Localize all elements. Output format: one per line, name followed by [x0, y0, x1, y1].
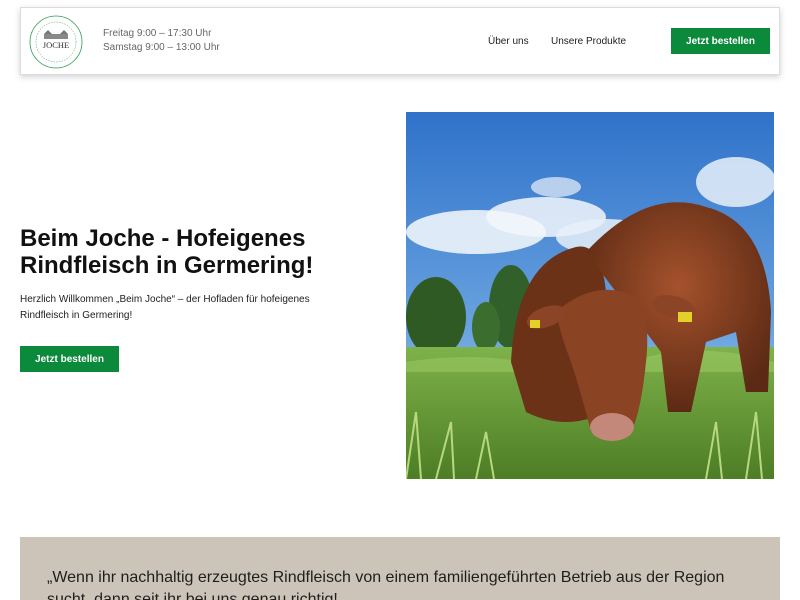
quote-section: „Wenn ihr nachhaltig erzeugtes Rindfleis…: [20, 537, 780, 600]
hours-saturday: Samstag 9:00 – 13:00 Uhr: [103, 42, 220, 53]
nav-about-link[interactable]: Über uns: [488, 36, 529, 47]
header-order-button[interactable]: Jetzt bestellen: [671, 28, 770, 54]
logo-name: JOCHE: [43, 40, 69, 50]
hours-friday: Freitag 9:00 – 17:30 Uhr: [103, 28, 212, 39]
quote-text: „Wenn ihr nachhaltig erzeugtes Rindfleis…: [47, 569, 725, 600]
hero-image: [406, 112, 774, 479]
opening-hours: Freitag 9:00 – 17:30 Uhr Samstag 9:00 – …: [103, 27, 220, 55]
hero-order-button[interactable]: Jetzt bestellen: [20, 346, 119, 372]
logo[interactable]: JOCHE: [28, 14, 84, 70]
logo-icon: JOCHE: [29, 15, 83, 69]
site-header: JOCHE Freitag 9:00 – 17:30 Uhr Samstag 9…: [20, 7, 780, 75]
hero-title: Beim Joche - Hofeigenes Rindfleisch in G…: [20, 225, 314, 279]
cows-photo: [406, 112, 774, 479]
hero-text: Herzlich Willkommen „Beim Joche“ – der H…: [20, 294, 310, 321]
nav-products-link[interactable]: Unsere Produkte: [551, 36, 626, 47]
